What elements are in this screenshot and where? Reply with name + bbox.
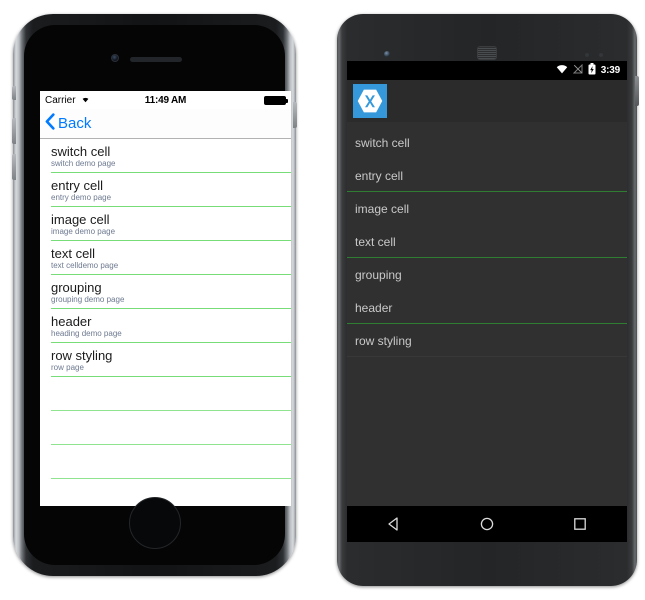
- power-button[interactable]: [635, 76, 639, 106]
- volume-up-button[interactable]: [12, 118, 16, 144]
- earpiece-speaker-icon: [129, 57, 182, 62]
- battery-charging-icon: [588, 63, 596, 78]
- list-item[interactable]: switch cell: [347, 126, 627, 159]
- list-item-title: text cell: [355, 234, 396, 249]
- list-item-title: grouping: [355, 267, 402, 282]
- list-item-detail: grouping demo page: [51, 294, 125, 304]
- home-button[interactable]: [128, 497, 181, 549]
- android-status-bar: 3:39: [347, 61, 627, 80]
- list-item-title: header: [51, 313, 92, 329]
- iphone-screen: Carrier 11:49 AM Back switch cell switch…: [40, 91, 291, 506]
- android-screen: 3:39 switch cell entry cell image cell t…: [347, 61, 627, 542]
- android-action-bar: [347, 80, 627, 122]
- back-button-label: Back: [58, 115, 92, 132]
- list-item-detail: row page: [51, 362, 84, 372]
- iphone-bezel: Carrier 11:49 AM Back switch cell switch…: [24, 25, 291, 565]
- list-item[interactable]: row styling row page: [40, 343, 291, 377]
- list-item-title: row styling: [355, 333, 412, 348]
- volume-down-button[interactable]: [12, 154, 16, 180]
- recents-square-icon[interactable]: [550, 506, 610, 542]
- list-item[interactable]: grouping grouping demo page: [40, 275, 291, 309]
- list-item-detail: heading demo page: [51, 328, 122, 338]
- list-item[interactable]: image cell image demo page: [40, 207, 291, 241]
- battery-full-icon: [264, 95, 288, 105]
- wifi-icon: [556, 64, 568, 77]
- android-list[interactable]: switch cell entry cell image cell text c…: [347, 122, 627, 357]
- list-item-title: entry cell: [51, 177, 104, 193]
- list-item-title: text cell: [51, 245, 96, 261]
- back-button[interactable]: Back: [45, 112, 92, 135]
- ios-status-right: [264, 95, 288, 105]
- list-item-empty: [40, 411, 291, 445]
- list-item-empty: [40, 377, 291, 411]
- ios-list[interactable]: switch cell switch demo page entry cell …: [40, 139, 291, 506]
- list-item-title: header: [355, 300, 393, 315]
- list-item[interactable]: row styling: [347, 324, 627, 357]
- android-status-icons: [556, 63, 596, 78]
- list-item-detail: image demo page: [51, 226, 116, 236]
- list-item-title: image cell: [355, 201, 410, 216]
- list-item-title: switch cell: [355, 135, 410, 150]
- iphone-device: Carrier 11:49 AM Back switch cell switch…: [12, 14, 297, 576]
- ios-clock: 11:49 AM: [144, 94, 187, 106]
- list-item-title: image cell: [51, 211, 110, 227]
- screenshot-stage: Carrier 11:49 AM Back switch cell switch…: [0, 0, 645, 600]
- list-item-empty: [40, 445, 291, 479]
- list-item-title: row styling: [51, 347, 113, 363]
- list-item-detail: text celldemo page: [51, 260, 119, 270]
- list-item[interactable]: text cell: [347, 225, 627, 258]
- list-item-title: grouping: [51, 279, 102, 295]
- list-item[interactable]: switch cell switch demo page: [40, 139, 291, 173]
- home-circle-icon[interactable]: [457, 506, 517, 542]
- list-item[interactable]: entry cell: [347, 159, 627, 192]
- front-camera-icon: [384, 51, 390, 57]
- back-triangle-icon[interactable]: [364, 506, 424, 542]
- signal-none-icon: [572, 63, 583, 77]
- front-camera-icon: [110, 54, 119, 62]
- silent-switch[interactable]: [12, 86, 16, 100]
- xamarin-logo-icon[interactable]: [353, 84, 387, 118]
- android-nav-bar: [347, 506, 627, 542]
- list-item[interactable]: header heading demo page: [40, 309, 291, 343]
- list-item[interactable]: image cell: [347, 192, 627, 225]
- list-item[interactable]: text cell text celldemo page: [40, 241, 291, 275]
- list-item-title: switch cell: [51, 143, 111, 159]
- list-item-detail: switch demo page: [51, 158, 116, 168]
- chevron-left-icon: [45, 112, 55, 135]
- list-item-title: entry cell: [355, 168, 404, 183]
- list-item[interactable]: grouping: [347, 258, 627, 291]
- list-item[interactable]: entry cell entry demo page: [40, 173, 291, 207]
- android-clock: 3:39: [600, 65, 620, 76]
- earpiece-speaker-icon: [477, 46, 497, 60]
- light-sensor-icon: [599, 53, 603, 57]
- proximity-sensor-icon: [585, 53, 589, 57]
- list-item[interactable]: header: [347, 291, 627, 324]
- power-button[interactable]: [293, 102, 297, 128]
- android-device: 3:39 switch cell entry cell image cell t…: [337, 14, 639, 586]
- list-item-detail: entry demo page: [51, 192, 112, 202]
- ios-status-bar: Carrier 11:49 AM: [40, 91, 291, 109]
- ios-nav-bar: Back: [40, 109, 291, 139]
